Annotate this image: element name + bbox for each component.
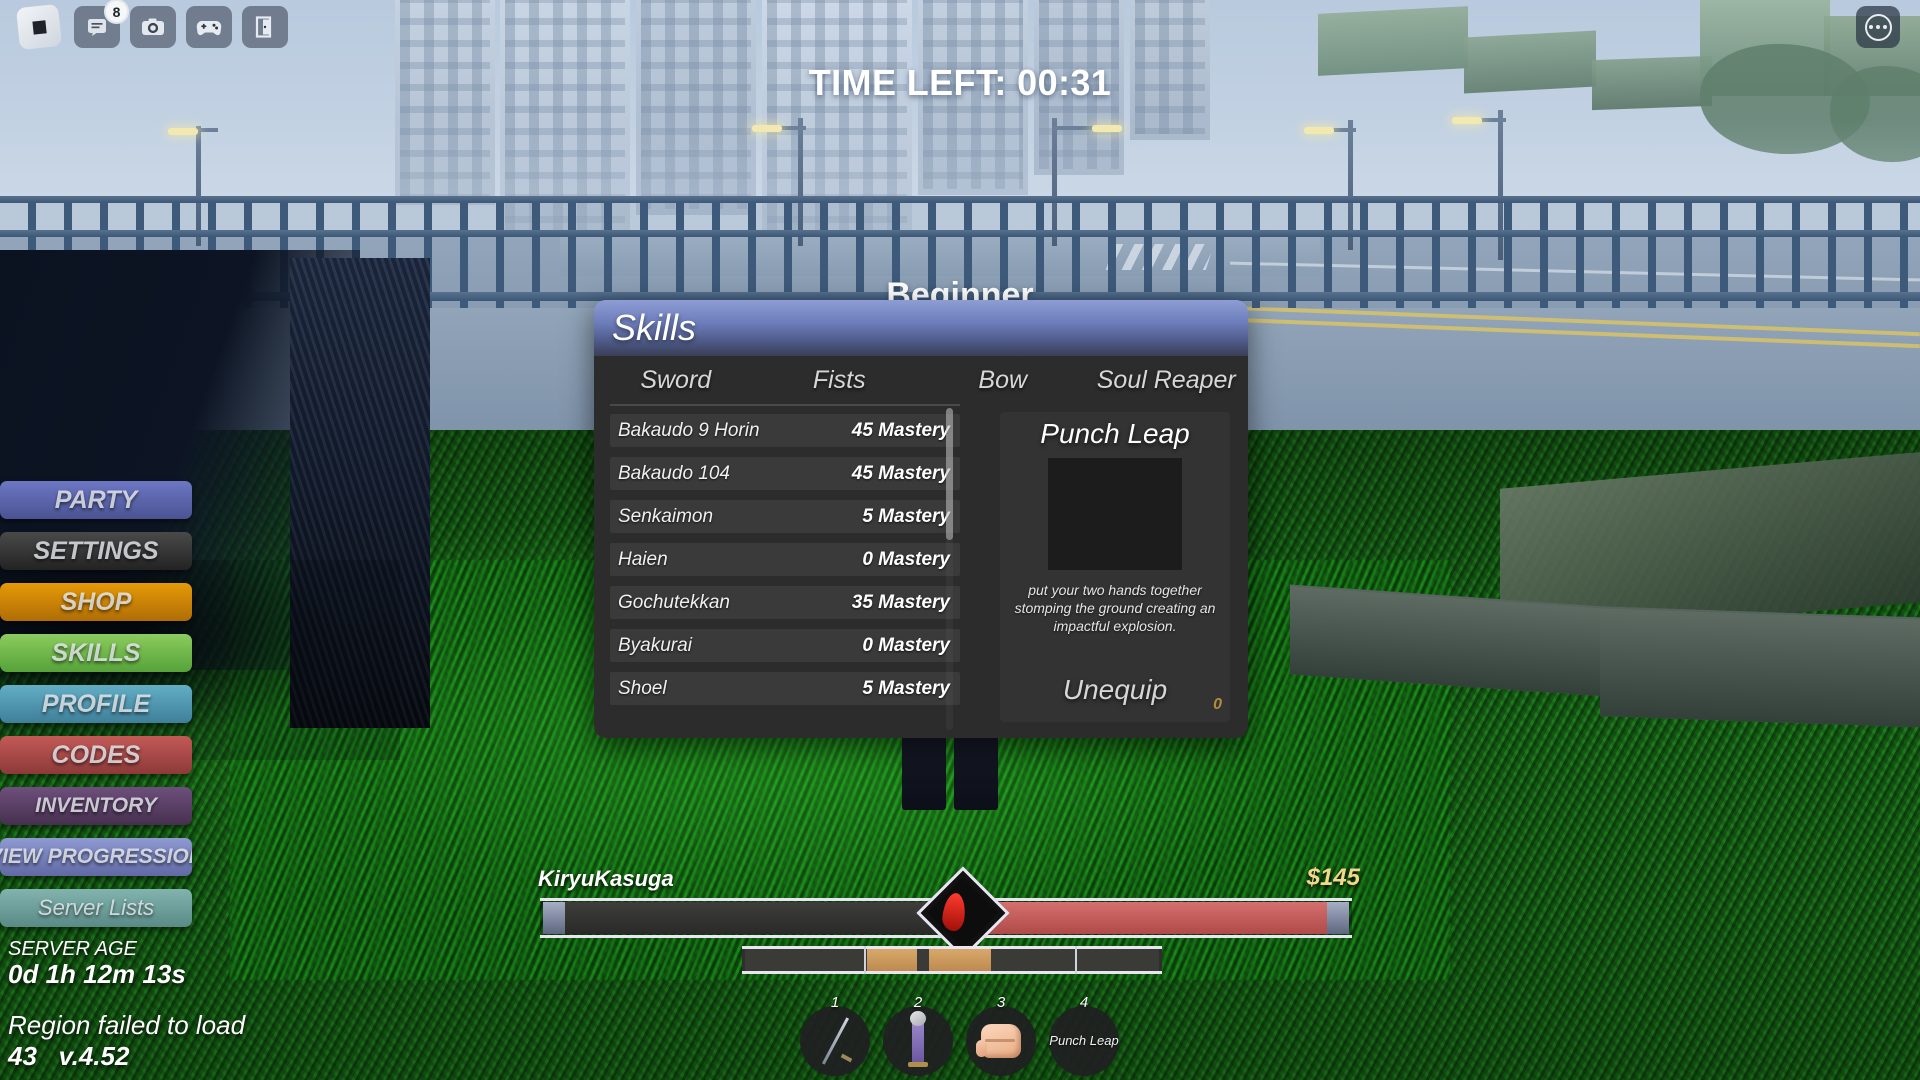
skill-name: Byakurai xyxy=(618,634,692,656)
skill-mastery: 5 Mastery xyxy=(862,677,950,699)
stone-ledge xyxy=(1600,606,1920,728)
server-region-text: Region failed to load xyxy=(8,1010,246,1040)
skill-detail-title: Punch Leap xyxy=(1040,418,1190,449)
roblox-logo-icon[interactable] xyxy=(15,3,63,51)
skill-mastery: 0 Mastery xyxy=(862,548,950,570)
skill-mastery: 35 Mastery xyxy=(851,591,950,613)
street-lamp-light xyxy=(1452,117,1482,124)
sidebar-item-skills[interactable]: SKILLS xyxy=(0,634,192,672)
skills-list-scrollbar[interactable] xyxy=(946,408,953,730)
skill-name: Bakaudo 104 xyxy=(618,462,730,484)
server-age-value: 0d 1h 12m 13s xyxy=(8,959,186,989)
skill-mastery: 45 Mastery xyxy=(851,419,950,441)
page-title: Skills xyxy=(612,307,697,348)
game-version: v.4.52 xyxy=(58,1041,130,1071)
sidebar-item-label: SHOP xyxy=(60,587,132,616)
chat-icon[interactable]: 8 xyxy=(74,0,129,48)
sidebar-item-profile[interactable]: PROFILE xyxy=(0,685,192,723)
skill-name: Gochutekkan xyxy=(618,591,730,613)
street-lamp-light xyxy=(752,125,782,132)
sidebar-item-label: VIEW PROGRESSION xyxy=(0,845,192,868)
table-row[interactable]: Bakaudo 9 Horin 45 Mastery xyxy=(610,414,960,447)
sidebar-item-inventory[interactable]: INVENTORY xyxy=(0,787,192,825)
gamepad-icon[interactable] xyxy=(186,6,232,48)
sidebar-item-label: PROFILE xyxy=(41,689,151,718)
street-lamp-light xyxy=(168,128,198,135)
table-row[interactable]: Shoel 5 Mastery xyxy=(610,672,960,705)
skill-mastery: 45 Mastery xyxy=(851,462,950,484)
table-row[interactable]: Gochutekkan 35 Mastery xyxy=(610,586,960,619)
sidebar-item-label: PARTY xyxy=(54,485,138,514)
skills-tab-bar: Sword Fists Bow Soul Reaper xyxy=(594,356,1248,404)
tab-soul-reaper[interactable]: Soul Reaper xyxy=(1085,366,1249,395)
server-count: 43 xyxy=(8,1041,37,1071)
skill-name: Shoel xyxy=(618,677,667,699)
skill-detail-thumbnail xyxy=(1048,458,1182,570)
skills-panel: Skills Sword Fists Bow Soul Reaper Bakau… xyxy=(594,300,1248,738)
sidebar-item-label: SETTINGS xyxy=(33,536,159,565)
sidebar-item-codes[interactable]: CODES xyxy=(0,736,192,774)
sidebar-item-view-progression[interactable]: VIEW PROGRESSION xyxy=(0,838,192,876)
list-divider xyxy=(610,404,960,406)
skill-detail-count: 0 xyxy=(1213,696,1222,713)
skill-mastery: 0 Mastery xyxy=(862,634,950,656)
table-row[interactable]: Bakaudo 104 45 Mastery xyxy=(610,457,960,490)
skill-name: Haien xyxy=(618,548,668,570)
skills-panel-body: Sword Fists Bow Soul Reaper Bakaudo 9 Ho… xyxy=(594,356,1248,738)
table-row[interactable]: Byakurai 0 Mastery xyxy=(610,629,960,662)
sidebar-item-party[interactable]: PARTY xyxy=(0,481,192,519)
street-lamp-light xyxy=(1092,125,1122,132)
leave-game-icon[interactable] xyxy=(242,6,288,48)
server-age-label: SERVER AGE xyxy=(8,938,137,960)
sidebar-item-label: CODES xyxy=(51,740,141,769)
more-dots-icon[interactable] xyxy=(1856,6,1900,48)
sidebar-item-label: SKILLS xyxy=(51,638,141,667)
scrollbar-thumb[interactable] xyxy=(946,408,953,540)
camera-icon[interactable] xyxy=(130,6,176,48)
unequip-button[interactable]: Unequip xyxy=(1000,674,1230,706)
skills-panel-titlebar: Skills xyxy=(594,300,1248,356)
chat-unread-badge: 8 xyxy=(104,0,129,24)
sidebar-item-shop[interactable]: SHOP xyxy=(0,583,192,621)
tab-sword[interactable]: Sword xyxy=(594,366,758,395)
table-row[interactable]: Senkaimon 5 Mastery xyxy=(610,500,960,533)
street-lamp-light xyxy=(1304,127,1334,134)
table-row[interactable]: Haien 0 Mastery xyxy=(610,543,960,576)
skill-detail-description: put your two hands together stomping the… xyxy=(1014,582,1216,634)
sidebar-item-label: Server Lists xyxy=(37,895,155,920)
tab-bow[interactable]: Bow xyxy=(921,366,1085,395)
time-left-label: TIME LEFT: 00:31 xyxy=(808,62,1112,103)
skill-name: Senkaimon xyxy=(618,505,714,527)
skill-name: Bakaudo 9 Horin xyxy=(618,419,760,441)
server-info: SERVER AGE 0d 1h 12m 13s Region failed t… xyxy=(8,938,245,1072)
skill-detail-card: Punch Leap put your two hands together s… xyxy=(1000,412,1230,722)
sidebar-item-label: INVENTORY xyxy=(35,794,157,817)
skill-mastery: 5 Mastery xyxy=(862,505,950,527)
sidebar-menu: PARTY SETTINGS SHOP SKILLS PROFILE CODES… xyxy=(0,481,196,940)
sidebar-item-settings[interactable]: SETTINGS xyxy=(0,532,192,570)
roblox-topbar: 8 xyxy=(0,0,1920,56)
sidebar-item-server-lists[interactable]: Server Lists xyxy=(0,889,192,927)
tab-fists[interactable]: Fists xyxy=(758,366,922,395)
skills-list[interactable]: Bakaudo 9 Horin 45 Mastery Bakaudo 104 4… xyxy=(610,404,968,734)
